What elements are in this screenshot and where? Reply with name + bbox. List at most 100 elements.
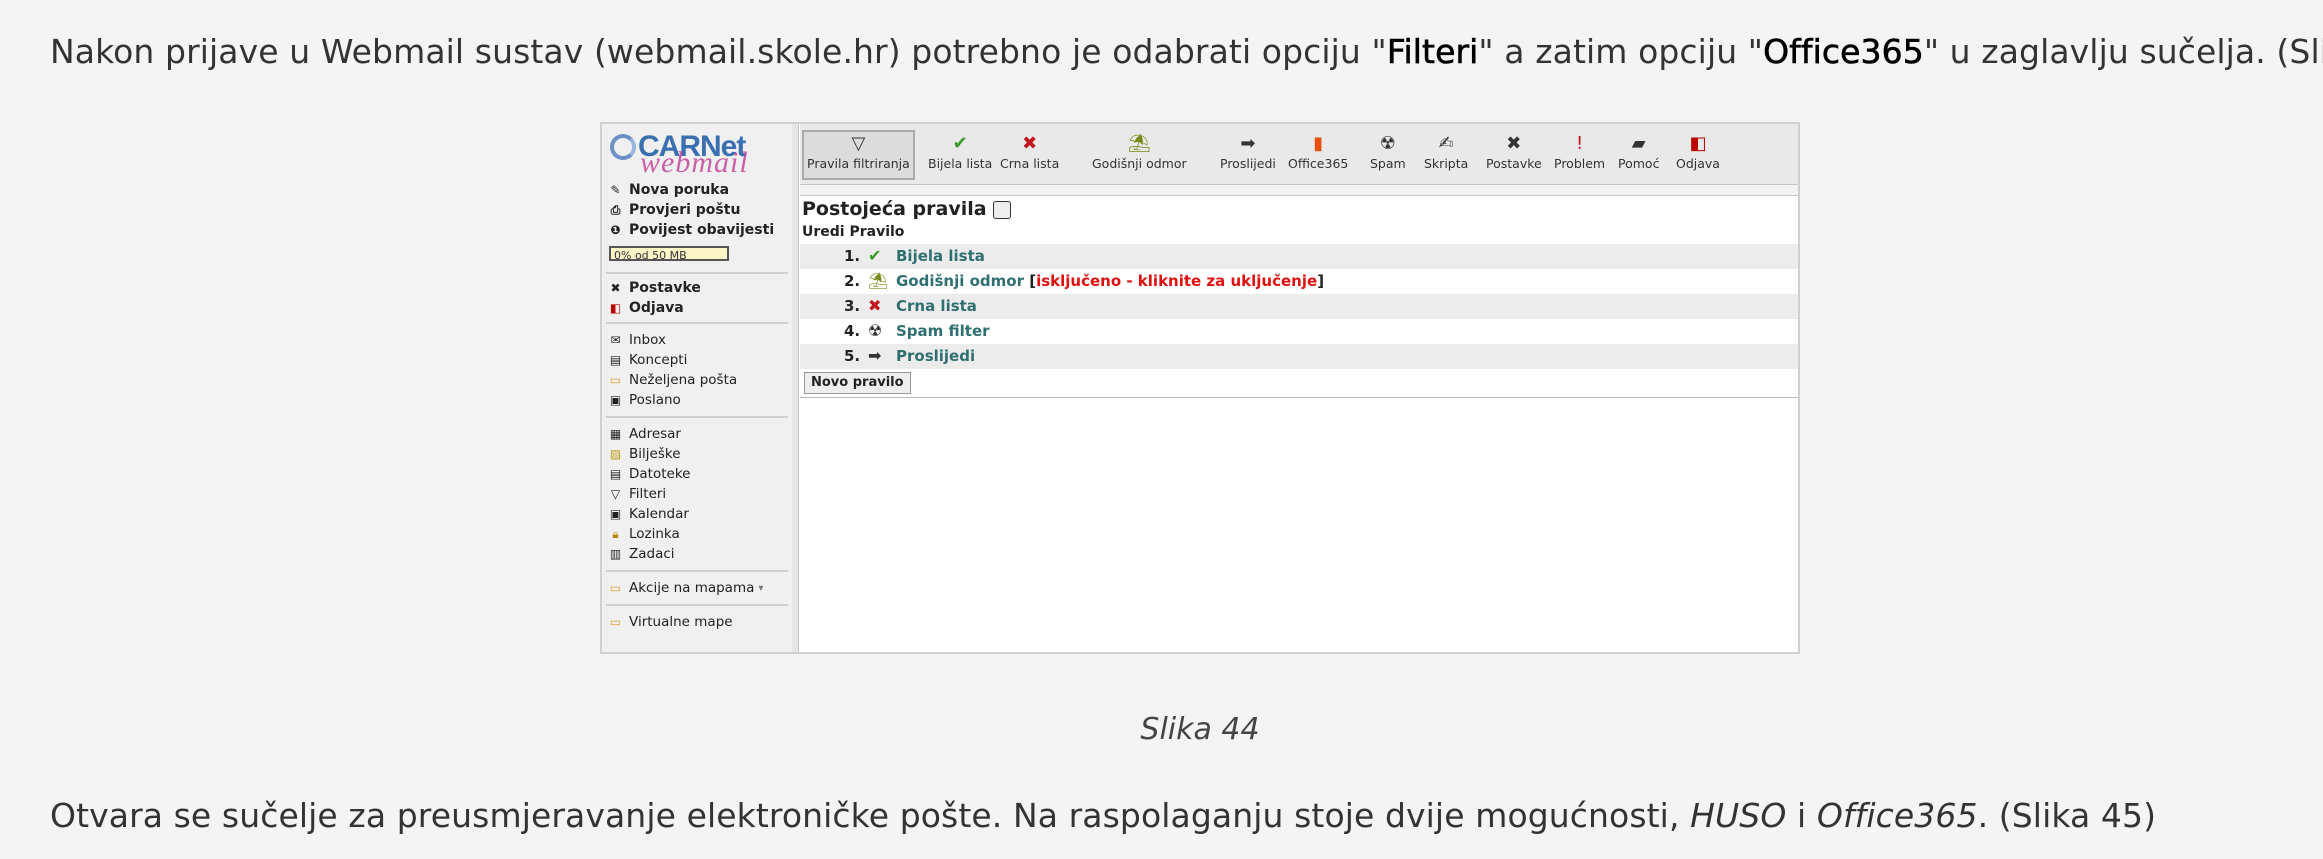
bracket-close: ]	[1317, 272, 1325, 290]
rule-label-text[interactable]: Godišnji odmor	[896, 272, 1024, 290]
filter-icon: ▽	[610, 487, 621, 501]
outro-text: i	[1786, 796, 1817, 835]
folder-sent[interactable]: ▣ Poslano	[608, 390, 681, 410]
logout-icon: ◧	[1689, 133, 1707, 154]
sidebar-item-settings[interactable]: ✖ Postavke	[608, 278, 700, 298]
drafts-icon: ▤	[609, 353, 622, 367]
script-icon: ✍	[1438, 133, 1454, 154]
folder-label: Koncepti	[629, 352, 688, 368]
toolbar-forward-button[interactable]: ➡ Proslijedi	[1220, 132, 1276, 178]
sidebar-label: Nova poruka	[629, 182, 730, 198]
intro-text: Nakon prijave u Webmail sustav (webmail.…	[50, 32, 1387, 71]
rule-label[interactable]: Spam filter	[896, 322, 990, 340]
app-filters[interactable]: ▽ Filteri	[608, 484, 666, 504]
sidebar-item-check-mail[interactable]: ⎙ Provjeri poštu	[608, 200, 741, 220]
forward-icon: ➡	[1240, 133, 1256, 154]
toolbar-rules-button[interactable]: ▽ Pravila filtriranja	[802, 130, 915, 180]
toolbar-office365-button[interactable]: ▮ Office365	[1288, 132, 1348, 178]
rule-label-text[interactable]: Crna lista	[896, 297, 977, 315]
virtual-folders-label: Virtualne mape	[629, 614, 733, 630]
rule-label[interactable]: Proslijedi	[896, 347, 975, 365]
sidebar: CARNet webmail ✎ Nova poruka ⎙ Provjeri po…	[602, 124, 793, 652]
toolbar-spam-button[interactable]: ☢ Spam	[1370, 132, 1406, 178]
folder-drafts[interactable]: ▤ Koncepti	[608, 350, 688, 370]
app-notes[interactable]: ▨ Bilješke	[608, 444, 681, 464]
outro-paragraph: Otvara se sučelje za preusmjeravanje ele…	[50, 796, 2156, 835]
intro-text: " a zatim opciju "	[1478, 32, 1764, 71]
virtual-folders[interactable]: ▭ Virtualne mape	[608, 612, 733, 632]
tools-icon: ✖	[610, 281, 621, 295]
toolbar-problem-button[interactable]: ! Problem	[1554, 132, 1605, 178]
toolbar-logout-button[interactable]: ◧ Odjava	[1676, 132, 1720, 178]
rule-label-text[interactable]: Spam filter	[896, 322, 990, 340]
vacation-icon: ⛱	[1127, 133, 1151, 154]
folder-actions-label: Akcije na mapama	[629, 580, 755, 596]
toolbar-whitelist-button[interactable]: ✔ Bijela lista	[928, 132, 992, 178]
toolbar-settings-button[interactable]: ✖ Postavke	[1486, 132, 1542, 178]
folder-inbox[interactable]: ✉ Inbox	[608, 330, 666, 350]
sidebar-divider	[606, 416, 788, 418]
app-label: Datoteke	[629, 466, 691, 482]
toolbar-label: Godišnji odmor	[1092, 156, 1187, 171]
rule-disabled-note[interactable]: isključeno - kliknite za uključenje	[1036, 272, 1317, 290]
app-label: Kalendar	[629, 506, 689, 522]
toolbar-script-button[interactable]: ✍ Skripta	[1424, 132, 1468, 178]
toolbar-label: Office365	[1288, 156, 1349, 171]
rule-row[interactable]: 1. ✔ Bijela lista	[800, 244, 1798, 269]
toolbar-label: Spam	[1370, 156, 1406, 171]
sidebar-item-logout[interactable]: ◧ Odjava	[608, 298, 684, 318]
folder-actions-menu[interactable]: ▭ Akcije na mapama ▾	[608, 578, 764, 598]
exclamation-icon: !	[1575, 133, 1584, 154]
intro-text: " u zaglavlju sučelja. (Slika 44)	[1923, 32, 2323, 71]
app-tasks[interactable]: ▥ Zadaci	[608, 544, 675, 564]
check-mail-icon: ⎙	[610, 202, 621, 217]
toolbar-blacklist-button[interactable]: ✖ Crna lista	[1000, 132, 1059, 178]
sidebar-item-new-message[interactable]: ✎ Nova poruka	[608, 180, 729, 200]
help-icon[interactable]	[992, 200, 1011, 219]
spam-folder-icon: ▭	[609, 373, 622, 387]
toolbar-label: Problem	[1554, 156, 1606, 171]
figure-caption: Slika 44	[1140, 712, 1260, 747]
rules-column-header: Uredi Pravilo	[802, 224, 905, 240]
folder-label: Inbox	[629, 332, 666, 348]
toolbar-help-button[interactable]: ▰ Pomoć	[1618, 132, 1659, 178]
spam-icon: ☢	[868, 321, 883, 340]
rule-label[interactable]: Crna lista	[896, 297, 977, 315]
toolbar-label: Pomoć	[1618, 156, 1660, 171]
toolbar-vacation-button[interactable]: ⛱ Godišnji odmor	[1092, 132, 1187, 178]
toolbar-separator	[800, 185, 1798, 196]
sidebar-item-history[interactable]: ❶ Povijest obavijesti	[608, 220, 774, 240]
app-password[interactable]: 🔒︎ Lozinka	[608, 524, 680, 544]
rule-row[interactable]: 3. ✖ Crna lista	[800, 294, 1798, 319]
app-calendar[interactable]: ▣ Kalendar	[608, 504, 689, 524]
toolbar-label: Pravila filtriranja	[807, 156, 910, 171]
rules-title-text: Postojeća pravila	[802, 198, 987, 220]
app-label: Filteri	[629, 486, 667, 502]
intro-paragraph: Nakon prijave u Webmail sustav (webmail.…	[50, 32, 2323, 72]
app-files[interactable]: ▤ Datoteke	[608, 464, 691, 484]
forward-icon: ➡	[868, 346, 882, 365]
rule-label-text[interactable]: Proslijedi	[896, 347, 975, 365]
sidebar-divider	[606, 570, 788, 572]
new-rule-button[interactable]: Novo pravilo	[804, 372, 911, 394]
folder-spam[interactable]: ▭ Neželjena pošta	[608, 370, 737, 390]
rule-label-text[interactable]: Bijela lista	[896, 247, 985, 265]
checkmark-icon: ✔	[952, 133, 968, 154]
addressbook-icon: ▦	[609, 427, 622, 441]
rules-divider	[800, 397, 1798, 398]
outro-text: Otvara se sučelje za preusmjeravanje ele…	[50, 796, 1691, 835]
app-addressbook[interactable]: ▦ Adresar	[608, 424, 681, 444]
password-icon: 🔒︎	[612, 526, 619, 541]
rule-row[interactable]: 2. ⛱ Godišnji odmor [isključeno - klikni…	[800, 269, 1798, 294]
rule-label[interactable]: Godišnji odmor [isključeno - kliknite za…	[896, 272, 1324, 290]
files-icon: ▤	[609, 467, 622, 481]
compose-icon: ✎	[610, 183, 621, 197]
rule-number: 4.	[844, 322, 861, 340]
rule-label[interactable]: Bijela lista	[896, 247, 985, 265]
sidebar-label: Povijest obavijesti	[629, 222, 775, 238]
sidebar-splitter[interactable]	[792, 124, 799, 652]
rule-row[interactable]: 4. ☢ Spam filter	[800, 319, 1798, 344]
toolbar-label: Bijela lista	[928, 156, 993, 171]
rule-row[interactable]: 5. ➡ Proslijedi	[800, 344, 1798, 369]
huso-term: HUSO	[1690, 796, 1787, 835]
